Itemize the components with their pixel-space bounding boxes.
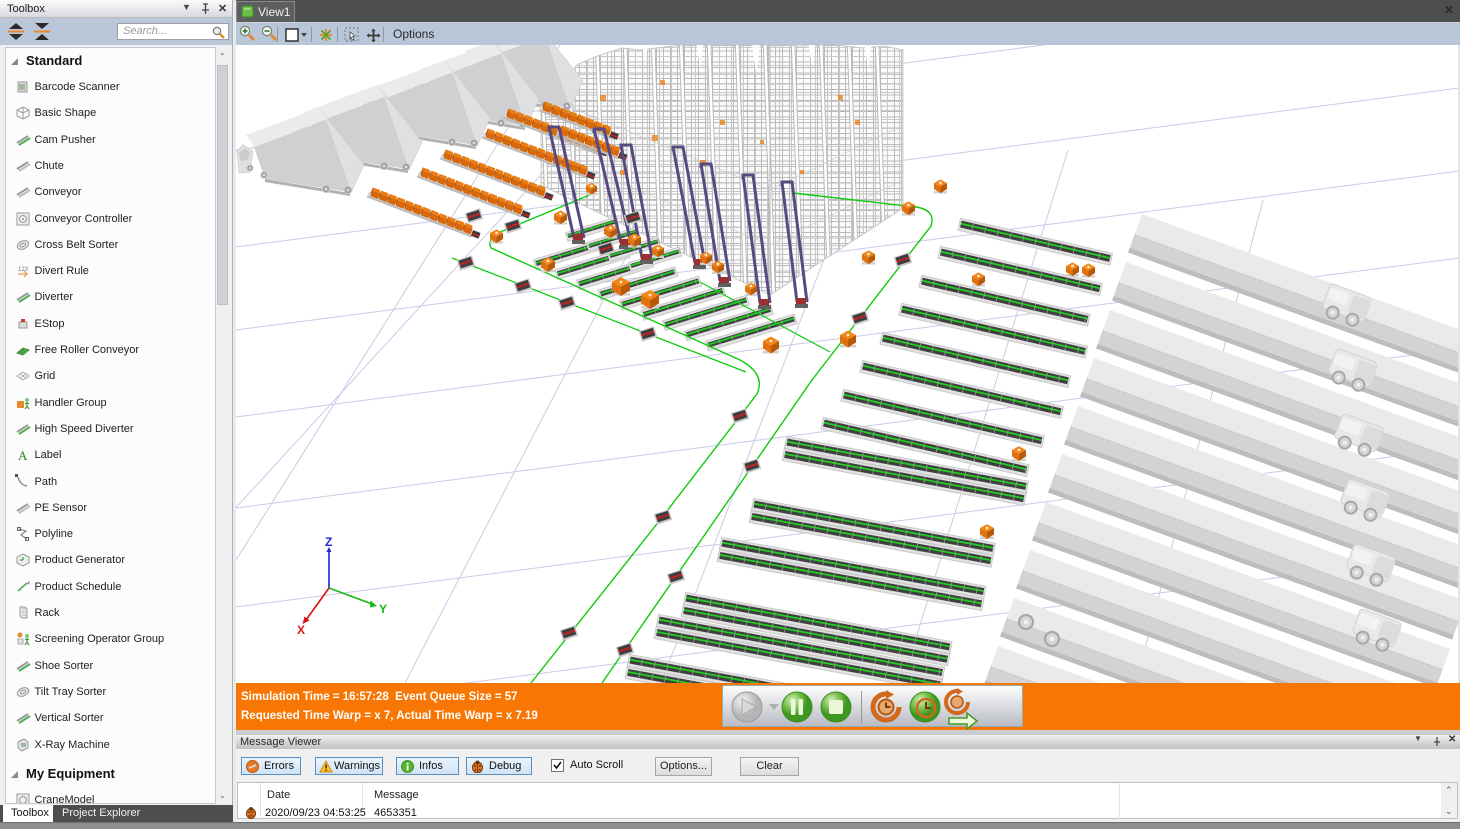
svg-text:Z: Z: [325, 535, 332, 549]
svg-text:A: A: [18, 448, 28, 463]
svg-text:X: X: [297, 623, 305, 637]
svg-text:123: 123: [18, 267, 29, 273]
svg-text:Y: Y: [379, 602, 387, 616]
